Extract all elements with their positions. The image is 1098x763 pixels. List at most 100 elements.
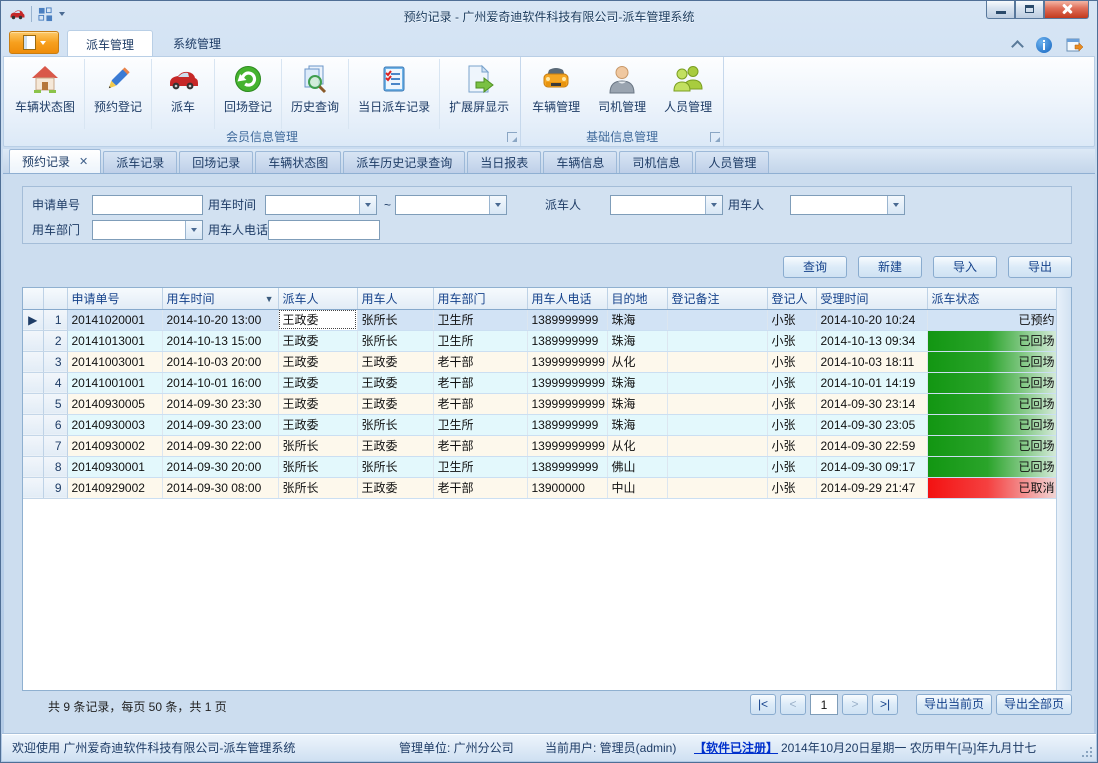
minimize-button[interactable] [986, 0, 1015, 19]
grid-cell[interactable]: 卫生所 [433, 309, 527, 330]
grid-cell[interactable]: 20140930005 [67, 393, 162, 414]
grid-cell[interactable]: 老干部 [433, 435, 527, 456]
dispatch-button[interactable]: 派车 [152, 59, 215, 129]
phone-input[interactable] [268, 220, 380, 240]
tab-dispatch-history-query[interactable]: 派车历史记录查询 [343, 151, 465, 173]
grid-cell[interactable]: 13999999999 [527, 393, 607, 414]
grid-cell[interactable]: 王政委 [357, 435, 433, 456]
info-icon[interactable] [1036, 37, 1052, 53]
dispatch-status-cell[interactable]: 已回场 [927, 435, 1061, 456]
row-number[interactable]: 4 [43, 372, 67, 393]
grid-cell[interactable]: 王政委 [278, 393, 357, 414]
tab-vehicle-info[interactable]: 车辆信息 [543, 151, 617, 173]
grid-cell[interactable]: 13900000 [527, 477, 607, 498]
ribbon-tab-system[interactable]: 系统管理 [155, 30, 239, 56]
grid-cell[interactable]: 2014-10-03 20:00 [162, 351, 278, 372]
current-row-indicator[interactable]: ▶ [23, 309, 43, 330]
row-indicator[interactable] [23, 477, 43, 498]
grid-cell[interactable]: 王政委 [278, 351, 357, 372]
first-page-button[interactable]: |< [750, 694, 776, 715]
grid-cell[interactable]: 小张 [767, 414, 816, 435]
row-indicator[interactable] [23, 435, 43, 456]
page-number-input[interactable] [810, 694, 838, 715]
grid-cell[interactable]: 13999999999 [527, 435, 607, 456]
grid-cell[interactable]: 珠海 [607, 330, 667, 351]
row-number[interactable]: 2 [43, 330, 67, 351]
grid-cell[interactable]: 珠海 [607, 309, 667, 330]
row-number[interactable]: 5 [43, 393, 67, 414]
grid-cell[interactable]: 1389999999 [527, 456, 607, 477]
dialog-launcher-icon[interactable] [507, 132, 517, 142]
grid-cell[interactable]: 2014-09-30 20:00 [162, 456, 278, 477]
col-header-accept-time[interactable]: 受理时间 [816, 288, 927, 309]
grid-cell[interactable]: 2014-10-20 13:00 [162, 309, 278, 330]
grid-cell[interactable]: 老干部 [433, 477, 527, 498]
create-button[interactable]: 新建 [858, 256, 922, 278]
dispatch-status-cell[interactable]: 已回场 [927, 393, 1061, 414]
grid-cell[interactable] [667, 309, 767, 330]
grid-cell[interactable]: 2014-10-03 18:11 [816, 351, 927, 372]
table-row[interactable]: 9201409290022014-09-30 08:00张所长王政委老干部139… [23, 477, 1061, 498]
tab-dispatch-records[interactable]: 派车记录 [103, 151, 177, 173]
grid-cell[interactable]: 小张 [767, 477, 816, 498]
grid-cell[interactable]: 20140930001 [67, 456, 162, 477]
grid-cell[interactable]: 1389999999 [527, 330, 607, 351]
grid-cell[interactable] [667, 330, 767, 351]
app-menu-button[interactable] [9, 31, 59, 54]
col-header-user[interactable]: 用车人 [357, 288, 433, 309]
grid-cell[interactable]: 王政委 [278, 309, 357, 330]
apply-no-input[interactable] [92, 195, 203, 215]
grid-cell[interactable]: 13999999999 [527, 351, 607, 372]
prev-page-button[interactable]: < [780, 694, 806, 715]
tab-daily-report[interactable]: 当日报表 [467, 151, 541, 173]
col-header-remark[interactable]: 登记备注 [667, 288, 767, 309]
col-header-phone[interactable]: 用车人电话 [527, 288, 607, 309]
grid-cell[interactable]: 2014-10-01 14:19 [816, 372, 927, 393]
grid-cell[interactable]: 从化 [607, 435, 667, 456]
grid-cell[interactable] [667, 372, 767, 393]
vertical-scrollbar[interactable] [1056, 288, 1071, 690]
grid-cell[interactable]: 2014-09-30 22:00 [162, 435, 278, 456]
row-number[interactable]: 3 [43, 351, 67, 372]
grid-cell[interactable]: 老干部 [433, 351, 527, 372]
resize-grip[interactable] [1090, 755, 1092, 757]
combo-dropdown-button[interactable] [887, 196, 904, 214]
col-header-department[interactable]: 用车部门 [433, 288, 527, 309]
col-header-status[interactable]: 派车状态 [927, 288, 1061, 309]
driver-manage-button[interactable]: 司机管理 [589, 59, 655, 129]
grid-cell[interactable]: 1389999999 [527, 414, 607, 435]
tab-return-records[interactable]: 回场记录 [179, 151, 253, 173]
grid-cell[interactable]: 张所长 [278, 435, 357, 456]
close-tab-icon[interactable]: ✕ [79, 152, 88, 172]
query-button[interactable]: 查询 [783, 256, 847, 278]
layout-grid-icon[interactable] [38, 7, 53, 22]
grid-cell[interactable]: 20140930002 [67, 435, 162, 456]
grid-cell[interactable]: 张所长 [357, 456, 433, 477]
qat-dropdown-icon[interactable] [59, 12, 65, 16]
grid-cell[interactable]: 老干部 [433, 372, 527, 393]
grid-cell[interactable]: 张所长 [278, 477, 357, 498]
vehicle-manage-button[interactable]: 车辆管理 [523, 59, 589, 129]
grid-cell[interactable]: 20140930003 [67, 414, 162, 435]
license-link[interactable]: 【软件已注册】 [694, 734, 778, 762]
grid-cell[interactable]: 20141003001 [67, 351, 162, 372]
grid-cell[interactable]: 2014-09-30 09:17 [816, 456, 927, 477]
grid-cell[interactable]: 2014-10-20 10:24 [816, 309, 927, 330]
grid-cell[interactable] [667, 435, 767, 456]
tab-driver-info[interactable]: 司机信息 [619, 151, 693, 173]
grid-cell[interactable]: 小张 [767, 456, 816, 477]
grid-cell[interactable]: 卫生所 [433, 330, 527, 351]
return-register-button[interactable]: 回场登记 [215, 59, 282, 129]
table-row[interactable]: 3201410030012014-10-03 20:00王政委王政委老干部139… [23, 351, 1061, 372]
grid-cell[interactable]: 王政委 [357, 351, 433, 372]
grid-cell[interactable]: 1389999999 [527, 309, 607, 330]
grid-cell[interactable]: 20140929002 [67, 477, 162, 498]
dispatch-status-cell[interactable]: 已取消 [927, 477, 1061, 498]
window-switch-icon[interactable] [1066, 37, 1083, 53]
combo-dropdown-button[interactable] [359, 196, 376, 214]
grid-cell[interactable]: 2014-09-30 08:00 [162, 477, 278, 498]
grid-cell[interactable]: 王政委 [278, 414, 357, 435]
grid-cell[interactable]: 2014-09-30 23:00 [162, 414, 278, 435]
grid-cell[interactable]: 张所长 [357, 309, 433, 330]
row-indicator[interactable] [23, 351, 43, 372]
